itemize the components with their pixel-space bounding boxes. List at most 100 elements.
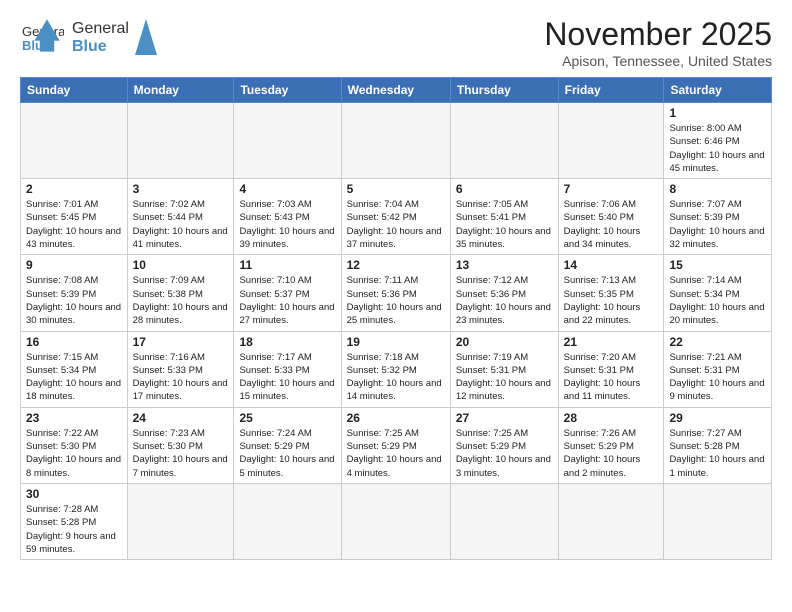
- day-info: Sunrise: 7:16 AM Sunset: 5:33 PM Dayligh…: [133, 351, 229, 404]
- day-info: Sunrise: 7:14 AM Sunset: 5:34 PM Dayligh…: [669, 274, 766, 327]
- logo: General Blue General Blue: [20, 16, 157, 60]
- day-number: 3: [133, 182, 229, 196]
- calendar-table: SundayMondayTuesdayWednesdayThursdayFrid…: [20, 77, 772, 560]
- day-info: Sunrise: 7:07 AM Sunset: 5:39 PM Dayligh…: [669, 198, 766, 251]
- logo-triangle-icon: [135, 19, 157, 55]
- calendar-cell: 29Sunrise: 7:27 AM Sunset: 5:28 PM Dayli…: [664, 407, 772, 483]
- calendar-cell: 26Sunrise: 7:25 AM Sunset: 5:29 PM Dayli…: [341, 407, 450, 483]
- day-number: 28: [564, 411, 659, 425]
- weekday-header: Thursday: [450, 78, 558, 103]
- calendar-cell: 16 Sunrise: 7:15 AM Sunset: 5:34 PM Dayli…: [21, 331, 128, 407]
- day-number: 25: [239, 411, 335, 425]
- calendar-cell: 8 Sunrise: 7:07 AM Sunset: 5:39 PM Daylig…: [664, 179, 772, 255]
- day-info: Sunrise: 7:20 AM Sunset: 5:31 PM Dayligh…: [564, 351, 659, 404]
- day-info: Sunrise: 8:00 AM Sunset: 6:46 PM Dayligh…: [669, 122, 766, 175]
- day-info: Sunrise: 7:08 AM Sunset: 5:39 PM Dayligh…: [26, 274, 122, 327]
- calendar-cell: 30 Sunrise: 7:28 AM Sunset: 5:28 PM Dayli…: [21, 483, 128, 559]
- calendar-cell: 11Sunrise: 7:10 AM Sunset: 5:37 PM Dayli…: [234, 255, 341, 331]
- day-number: 9: [26, 258, 122, 272]
- day-info: Sunrise: 7:22 AM Sunset: 5:30 PM Dayligh…: [26, 427, 122, 480]
- calendar-cell: 19Sunrise: 7:18 AM Sunset: 5:32 PM Dayli…: [341, 331, 450, 407]
- day-number: 2: [26, 182, 122, 196]
- day-info: Sunrise: 7:19 AM Sunset: 5:31 PM Dayligh…: [456, 351, 553, 404]
- calendar-week-row: 9 Sunrise: 7:08 AM Sunset: 5:39 PM Daylig…: [21, 255, 772, 331]
- weekday-header: Sunday: [21, 78, 128, 103]
- calendar-cell: 7Sunrise: 7:06 AM Sunset: 5:40 PM Daylig…: [558, 179, 664, 255]
- calendar-cell: 23 Sunrise: 7:22 AM Sunset: 5:30 PM Dayli…: [21, 407, 128, 483]
- calendar-cell: [341, 103, 450, 179]
- calendar-week-row: 1Sunrise: 8:00 AM Sunset: 6:46 PM Daylig…: [21, 103, 772, 179]
- day-info: Sunrise: 7:24 AM Sunset: 5:29 PM Dayligh…: [239, 427, 335, 480]
- day-number: 11: [239, 258, 335, 272]
- day-number: 20: [456, 335, 553, 349]
- day-info: Sunrise: 7:28 AM Sunset: 5:28 PM Dayligh…: [26, 503, 122, 556]
- day-number: 10: [133, 258, 229, 272]
- day-number: 18: [239, 335, 335, 349]
- calendar-week-row: 23 Sunrise: 7:22 AM Sunset: 5:30 PM Dayli…: [21, 407, 772, 483]
- day-info: Sunrise: 7:21 AM Sunset: 5:31 PM Dayligh…: [669, 351, 766, 404]
- day-number: 8: [669, 182, 766, 196]
- calendar-cell: 1Sunrise: 8:00 AM Sunset: 6:46 PM Daylig…: [664, 103, 772, 179]
- calendar-cell: 17 Sunrise: 7:16 AM Sunset: 5:33 PM Dayli…: [127, 331, 234, 407]
- day-number: 24: [133, 411, 229, 425]
- day-info: Sunrise: 7:01 AM Sunset: 5:45 PM Dayligh…: [26, 198, 122, 251]
- calendar-cell: [341, 483, 450, 559]
- day-number: 5: [347, 182, 445, 196]
- header: General Blue General Blue November 2025 …: [20, 16, 772, 69]
- calendar-cell: [664, 483, 772, 559]
- weekday-header: Monday: [127, 78, 234, 103]
- day-info: Sunrise: 7:15 AM Sunset: 5:34 PM Dayligh…: [26, 351, 122, 404]
- calendar-cell: [450, 483, 558, 559]
- calendar-cell: 21 Sunrise: 7:20 AM Sunset: 5:31 PM Dayli…: [558, 331, 664, 407]
- logo-general-text: General: [72, 20, 129, 38]
- day-number: 26: [347, 411, 445, 425]
- location: Apison, Tennessee, United States: [544, 53, 772, 69]
- calendar-cell: 22 Sunrise: 7:21 AM Sunset: 5:31 PM Dayli…: [664, 331, 772, 407]
- day-number: 19: [347, 335, 445, 349]
- calendar-cell: 27Sunrise: 7:25 AM Sunset: 5:29 PM Dayli…: [450, 407, 558, 483]
- day-info: Sunrise: 7:25 AM Sunset: 5:29 PM Dayligh…: [456, 427, 553, 480]
- calendar-cell: 14Sunrise: 7:13 AM Sunset: 5:35 PM Dayli…: [558, 255, 664, 331]
- day-info: Sunrise: 7:17 AM Sunset: 5:33 PM Dayligh…: [239, 351, 335, 404]
- day-number: 14: [564, 258, 659, 272]
- day-number: 12: [347, 258, 445, 272]
- calendar-cell: 3Sunrise: 7:02 AM Sunset: 5:44 PM Daylig…: [127, 179, 234, 255]
- day-number: 6: [456, 182, 553, 196]
- day-number: 30: [26, 487, 122, 501]
- title-area: November 2025 Apison, Tennessee, United …: [544, 16, 772, 69]
- day-number: 29: [669, 411, 766, 425]
- page: General Blue General Blue November 2025 …: [0, 0, 792, 570]
- weekday-header-row: SundayMondayTuesdayWednesdayThursdayFrid…: [21, 78, 772, 103]
- calendar-cell: [558, 103, 664, 179]
- day-number: 21: [564, 335, 659, 349]
- day-info: Sunrise: 7:06 AM Sunset: 5:40 PM Dayligh…: [564, 198, 659, 251]
- calendar-cell: 18 Sunrise: 7:17 AM Sunset: 5:33 PM Dayli…: [234, 331, 341, 407]
- day-number: 16: [26, 335, 122, 349]
- day-info: Sunrise: 7:09 AM Sunset: 5:38 PM Dayligh…: [133, 274, 229, 327]
- calendar-cell: 9 Sunrise: 7:08 AM Sunset: 5:39 PM Daylig…: [21, 255, 128, 331]
- day-number: 13: [456, 258, 553, 272]
- day-number: 4: [239, 182, 335, 196]
- day-info: Sunrise: 7:04 AM Sunset: 5:42 PM Dayligh…: [347, 198, 445, 251]
- calendar-cell: [450, 103, 558, 179]
- calendar-cell: 25 Sunrise: 7:24 AM Sunset: 5:29 PM Dayli…: [234, 407, 341, 483]
- calendar-cell: 6 Sunrise: 7:05 AM Sunset: 5:41 PM Daylig…: [450, 179, 558, 255]
- weekday-header: Wednesday: [341, 78, 450, 103]
- calendar-cell: 28Sunrise: 7:26 AM Sunset: 5:29 PM Dayli…: [558, 407, 664, 483]
- day-number: 22: [669, 335, 766, 349]
- day-number: 15: [669, 258, 766, 272]
- calendar-cell: [234, 483, 341, 559]
- calendar-week-row: 2 Sunrise: 7:01 AM Sunset: 5:45 PM Daylig…: [21, 179, 772, 255]
- calendar-cell: 13Sunrise: 7:12 AM Sunset: 5:36 PM Dayli…: [450, 255, 558, 331]
- calendar-cell: 10 Sunrise: 7:09 AM Sunset: 5:38 PM Dayli…: [127, 255, 234, 331]
- day-info: Sunrise: 7:05 AM Sunset: 5:41 PM Dayligh…: [456, 198, 553, 251]
- calendar-cell: 20 Sunrise: 7:19 AM Sunset: 5:31 PM Dayli…: [450, 331, 558, 407]
- calendar-cell: 15 Sunrise: 7:14 AM Sunset: 5:34 PM Dayli…: [664, 255, 772, 331]
- calendar-cell: 5 Sunrise: 7:04 AM Sunset: 5:42 PM Daylig…: [341, 179, 450, 255]
- calendar-cell: [21, 103, 128, 179]
- day-number: 17: [133, 335, 229, 349]
- month-title: November 2025: [544, 16, 772, 53]
- day-number: 23: [26, 411, 122, 425]
- weekday-header: Saturday: [664, 78, 772, 103]
- weekday-header: Friday: [558, 78, 664, 103]
